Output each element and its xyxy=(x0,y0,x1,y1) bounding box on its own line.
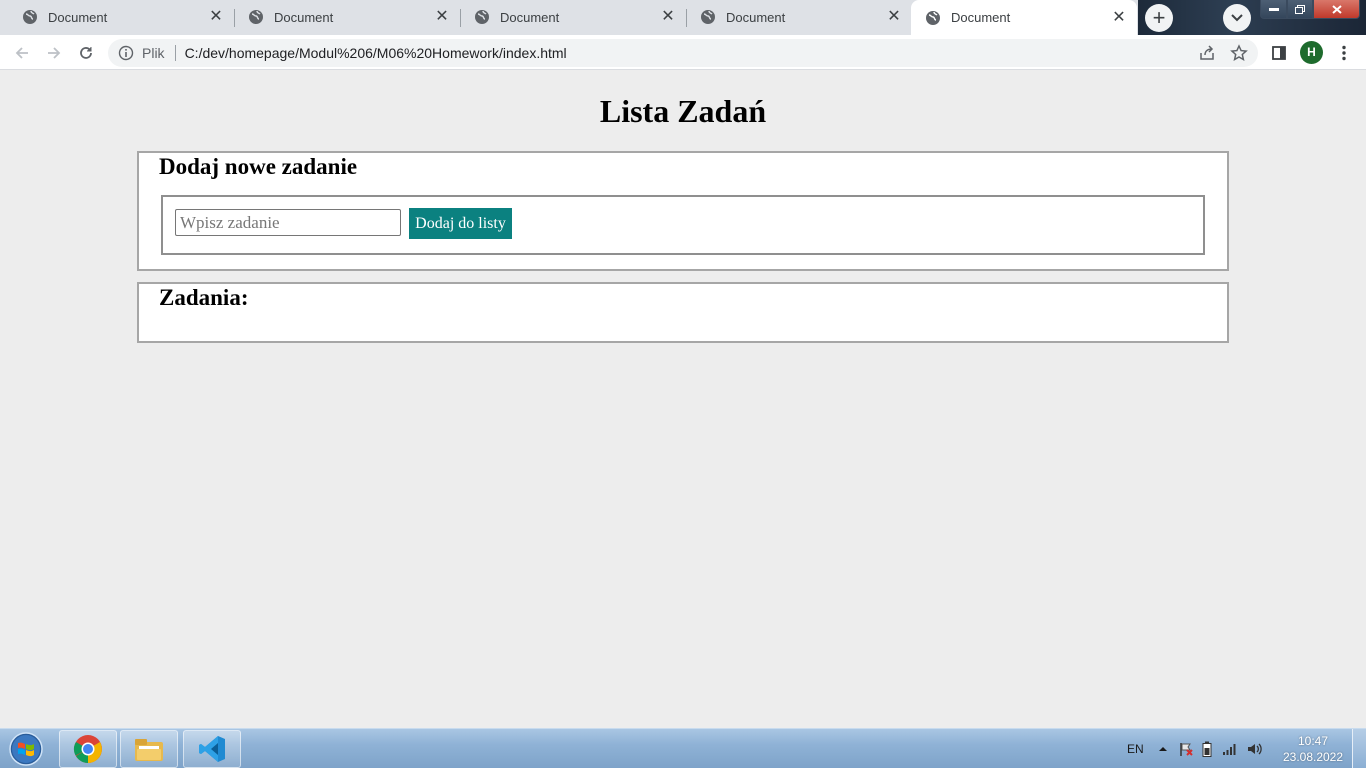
globe-icon xyxy=(23,10,37,24)
page-title: Lista Zadań xyxy=(599,93,767,129)
tab-title: Document xyxy=(48,9,108,25)
tab-search-button[interactable] xyxy=(1223,4,1251,32)
address-url[interactable]: C:/dev/homepage/Modul%206/M06%20Homework… xyxy=(185,45,567,61)
start-button[interactable] xyxy=(6,730,46,768)
chevron-down-icon xyxy=(1231,14,1243,22)
tab-document-2[interactable]: Document ✕ xyxy=(234,0,460,34)
back-button[interactable] xyxy=(10,41,34,65)
minimize-icon xyxy=(1268,8,1279,11)
new-tab-button[interactable]: + xyxy=(1145,4,1173,32)
tab-document-5-active[interactable]: Document ✕ xyxy=(911,0,1137,35)
tab-title: Document xyxy=(951,10,1011,25)
minimize-button[interactable] xyxy=(1260,0,1287,19)
forward-button[interactable] xyxy=(42,41,66,65)
system-clock[interactable]: 10:47 23.08.2022 xyxy=(1278,733,1348,765)
omnibox-actions xyxy=(1198,44,1248,62)
clock-date: 23.08.2022 xyxy=(1282,750,1344,764)
taskbar: EN 10:47 23.08.2022 xyxy=(0,728,1366,768)
globe-icon xyxy=(701,10,715,24)
restore-icon xyxy=(1295,4,1305,14)
file-explorer-icon xyxy=(135,739,163,761)
globe-icon xyxy=(249,10,263,24)
taskbar-app-chrome[interactable] xyxy=(59,730,117,768)
maximize-button[interactable] xyxy=(1287,0,1313,19)
network-signal-icon[interactable] xyxy=(1222,742,1238,756)
tab-title: Document xyxy=(726,9,786,25)
show-desktop-button[interactable] xyxy=(1352,729,1366,768)
windows-start-icon xyxy=(9,732,43,766)
close-window-button[interactable] xyxy=(1313,0,1360,19)
tab-title: Document xyxy=(274,9,334,25)
taskbar-app-explorer[interactable] xyxy=(120,730,178,768)
side-panel-icon xyxy=(1272,46,1286,60)
action-center-flag-icon[interactable] xyxy=(1178,741,1194,757)
close-icon xyxy=(1331,4,1342,14)
kebab-menu-icon xyxy=(1342,45,1346,61)
arrow-right-icon xyxy=(48,47,61,59)
task-list-heading: Zadania: xyxy=(159,285,249,310)
tab-document-3[interactable]: Document ✕ xyxy=(460,0,686,34)
vscode-icon xyxy=(199,736,225,762)
tab-strip: Document ✕ Document ✕ Document ✕ Documen… xyxy=(0,0,1366,35)
arrow-left-icon xyxy=(15,47,28,59)
close-icon[interactable]: ✕ xyxy=(660,9,676,25)
page-viewport: Lista Zadań Dodaj nowe zadanie Dodaj do … xyxy=(0,71,1366,728)
battery-icon[interactable] xyxy=(1202,741,1212,757)
volume-icon[interactable] xyxy=(1246,741,1262,757)
taskbar-app-vscode[interactable] xyxy=(183,730,241,768)
profile-avatar[interactable]: H xyxy=(1300,41,1323,64)
clock-time: 10:47 xyxy=(1297,734,1329,748)
address-divider xyxy=(174,45,176,61)
chrome-icon xyxy=(74,735,102,763)
window-controls xyxy=(1260,0,1366,20)
add-task-heading: Dodaj nowe zadanie xyxy=(159,154,358,179)
task-list-section: Zadania: xyxy=(137,282,1229,343)
info-icon[interactable] xyxy=(118,45,134,61)
menu-button[interactable] xyxy=(1332,41,1356,65)
side-panel-button[interactable] xyxy=(1267,41,1291,65)
reload-button[interactable] xyxy=(74,41,98,65)
system-tray xyxy=(1158,729,1262,768)
browser-toolbar: Plik C:/dev/homepage/Modul%206/M06%20Hom… xyxy=(0,35,1366,70)
tab-document-1[interactable]: Document ✕ xyxy=(8,0,234,34)
share-icon[interactable] xyxy=(1198,44,1216,62)
close-icon[interactable]: ✕ xyxy=(886,9,902,25)
add-task-section: Dodaj nowe zadanie Dodaj do listy xyxy=(137,151,1229,271)
reload-icon xyxy=(80,47,92,59)
add-to-list-button[interactable]: Dodaj do listy xyxy=(409,208,512,239)
task-input[interactable] xyxy=(175,209,401,236)
add-task-form: Dodaj do listy xyxy=(161,195,1205,255)
language-indicator[interactable]: EN xyxy=(1127,729,1144,768)
address-bar[interactable]: Plik C:/dev/homepage/Modul%206/M06%20Hom… xyxy=(108,39,1258,67)
globe-icon xyxy=(475,10,489,24)
close-icon[interactable]: ✕ xyxy=(1111,9,1127,26)
close-icon[interactable]: ✕ xyxy=(208,9,224,25)
chevron-up-icon[interactable] xyxy=(1158,745,1168,753)
close-icon[interactable]: ✕ xyxy=(434,9,450,25)
globe-icon xyxy=(926,10,940,25)
tab-document-4[interactable]: Document ✕ xyxy=(686,0,912,34)
star-icon[interactable] xyxy=(1230,44,1248,62)
site-info-chip[interactable]: Plik xyxy=(142,45,165,61)
tab-title: Document xyxy=(500,9,560,25)
